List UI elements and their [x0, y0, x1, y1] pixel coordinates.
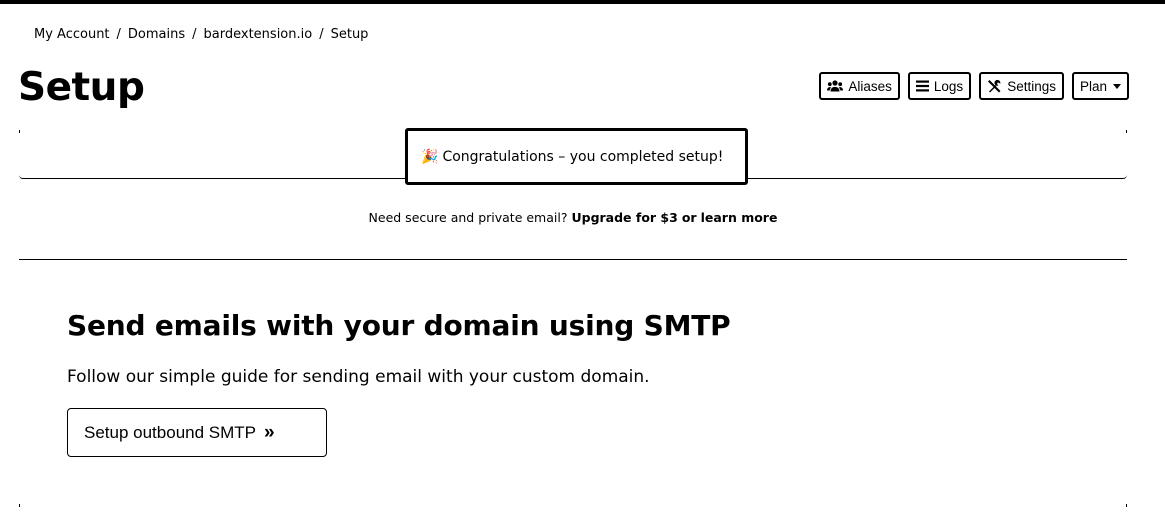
breadcrumb: My Account / Domains / bardextension.io / Setu… — [34, 27, 368, 43]
breadcrumb-my-account[interactable]: My Account — [34, 27, 110, 42]
settings-button[interactable]: Settings — [979, 72, 1064, 100]
breadcrumb-domain[interactable]: bardextension.io — [204, 27, 313, 42]
logs-label: Logs — [933, 78, 964, 94]
page-title: Setup — [18, 65, 145, 110]
setup-smtp-button[interactable]: Setup outbound SMTP » — [67, 408, 327, 457]
learn-more-link[interactable]: learn more — [701, 210, 778, 225]
upsell-banner: Need secure and private email? Upgrade f… — [0, 210, 1146, 226]
card-corner — [1126, 130, 1127, 133]
breadcrumb-current: Setup — [330, 27, 369, 42]
smtp-description: Follow our simple guide for sending emai… — [67, 367, 650, 387]
top-border — [0, 0, 1165, 4]
card-corner — [1126, 504, 1127, 507]
breadcrumb-domains[interactable]: Domains — [128, 27, 185, 42]
alert-text: Congratulations – you completed setup! — [442, 148, 724, 165]
card-corner — [19, 504, 20, 507]
upsell-or: or — [681, 210, 697, 225]
chevron-down-icon — [1113, 83, 1121, 89]
section-divider — [19, 259, 1127, 260]
double-chevron-right-icon: » — [264, 421, 274, 443]
success-alert: 🎉 Congratulations – you completed setup! — [405, 128, 748, 185]
smtp-heading: Send emails with your domain using SMTP — [67, 309, 731, 342]
party-popper-icon: 🎉 — [421, 148, 439, 165]
aliases-button[interactable]: Aliases — [819, 72, 900, 100]
logs-button[interactable]: Logs — [907, 72, 972, 100]
list-icon — [915, 80, 929, 92]
card-corner — [19, 130, 20, 133]
breadcrumb-separator: / — [116, 27, 121, 42]
toolbar: Aliases Logs Settings Plan — [819, 72, 1129, 100]
setup-smtp-label: Setup outbound SMTP — [84, 422, 257, 442]
aliases-label: Aliases — [848, 78, 892, 94]
plan-label: Plan — [1079, 78, 1107, 94]
upgrade-link[interactable]: Upgrade for $3 — [571, 210, 677, 225]
breadcrumb-separator: / — [192, 27, 197, 42]
tools-icon — [987, 79, 1002, 93]
upsell-text: Need secure and private email? — [368, 210, 568, 225]
plan-dropdown[interactable]: Plan — [1071, 72, 1129, 100]
settings-label: Settings — [1007, 78, 1056, 94]
users-icon — [827, 80, 844, 92]
breadcrumb-separator: / — [319, 27, 324, 42]
